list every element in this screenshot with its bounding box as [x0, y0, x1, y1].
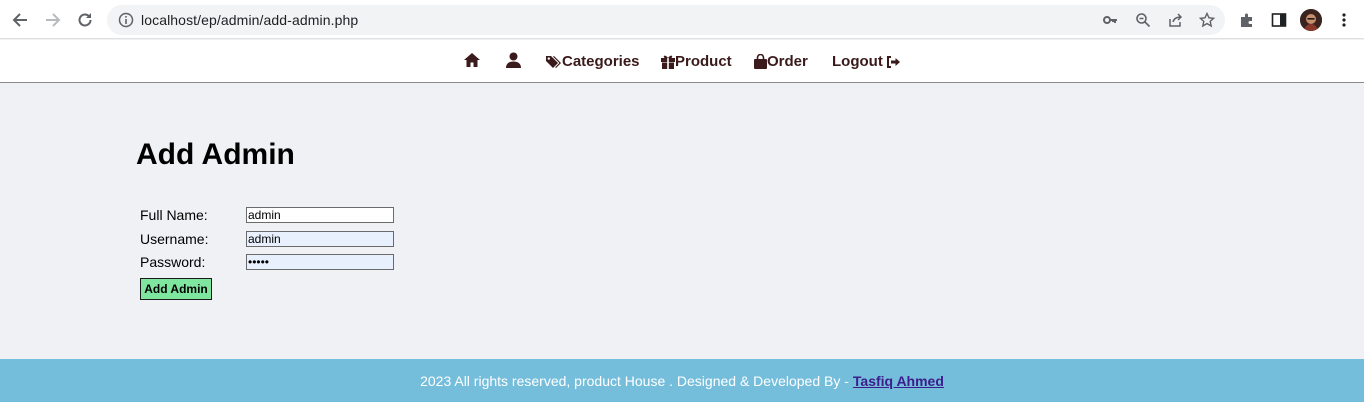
nav-logout-label: Logout	[832, 53, 883, 70]
shopping-bag-icon	[754, 54, 767, 69]
forward-arrow-icon[interactable]	[41, 8, 65, 32]
footer: 2023 All rights reserved, product House …	[0, 359, 1364, 402]
nav-logout[interactable]: Logout	[832, 53, 900, 70]
share-icon[interactable]	[1166, 11, 1184, 29]
browser-menu-icon[interactable]	[1334, 10, 1354, 30]
back-arrow-icon[interactable]	[8, 8, 32, 32]
username-label: Username:	[140, 231, 209, 247]
nav-product-label: Product	[675, 53, 732, 70]
zoom-icon[interactable]	[1134, 11, 1152, 29]
nav-profile[interactable]	[506, 52, 521, 68]
nav-product[interactable]: Product	[661, 53, 732, 70]
nav-order-label: Order	[767, 53, 808, 70]
side-panel-icon[interactable]	[1269, 10, 1289, 30]
site-navigation: Categories Product Order Logout	[0, 40, 1364, 83]
bookmark-star-icon[interactable]	[1198, 11, 1216, 29]
nav-home[interactable]	[463, 52, 481, 68]
key-icon[interactable]	[1101, 11, 1119, 29]
footer-text: 2023 All rights reserved, product House …	[420, 372, 849, 389]
full-name-input[interactable]	[246, 207, 394, 223]
password-label: Password:	[140, 254, 206, 270]
sign-out-icon	[886, 55, 900, 68]
full-name-label: Full Name:	[140, 207, 208, 223]
site-info-icon[interactable]	[118, 12, 134, 28]
nav-order[interactable]: Order	[754, 53, 808, 70]
username-input[interactable]	[246, 231, 394, 247]
add-admin-button[interactable]: Add Admin	[140, 278, 212, 300]
author-link[interactable]: Tasfiq Ahmed	[853, 373, 944, 389]
password-input[interactable]	[246, 254, 394, 270]
extensions-puzzle-icon[interactable]	[1237, 10, 1257, 30]
user-icon	[506, 52, 521, 68]
tags-icon	[546, 55, 561, 68]
nav-categories-label: Categories	[562, 53, 640, 70]
reload-icon[interactable]	[73, 8, 97, 32]
gift-icon	[661, 55, 675, 69]
url-text[interactable]: localhost/ep/admin/add-admin.php	[141, 12, 358, 28]
home-icon	[464, 53, 480, 67]
browser-toolbar: localhost/ep/admin/add-admin.php	[0, 0, 1364, 39]
address-bar[interactable]: localhost/ep/admin/add-admin.php	[107, 5, 1225, 35]
profile-avatar[interactable]	[1300, 9, 1322, 31]
page-title: Add Admin	[136, 138, 295, 171]
nav-categories[interactable]: Categories	[546, 53, 640, 70]
